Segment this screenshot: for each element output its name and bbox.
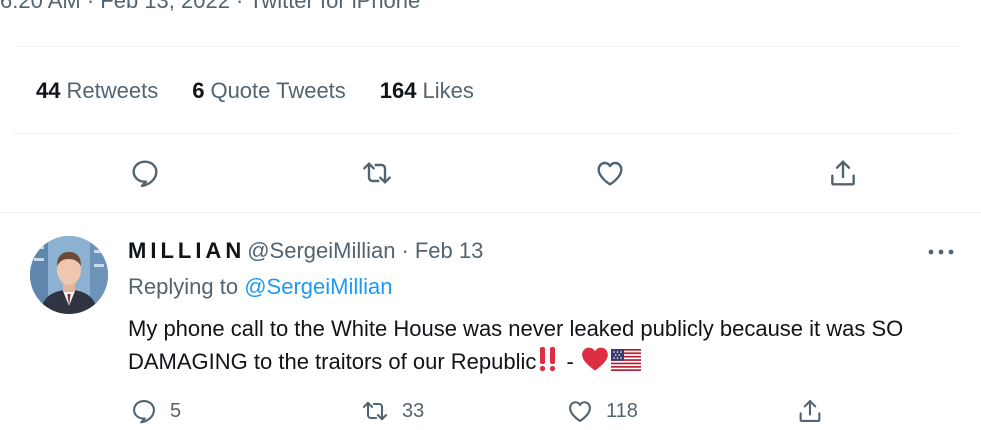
- tweet-text: My phone call to the White House was nev…: [128, 312, 968, 381]
- reply-count: 5: [170, 399, 182, 422]
- retweet-button[interactable]: 33: [360, 396, 424, 426]
- replying-to-line: Replying to @SergeiMillian: [128, 274, 392, 300]
- retweet-button[interactable]: [360, 156, 394, 190]
- retweets-stat[interactable]: 44 Retweets: [36, 78, 158, 104]
- quote-tweets-count: 6: [192, 78, 205, 103]
- tweet-timestamp[interactable]: 6:20 AM · Feb 13, 2022 · Twitter for iPh…: [0, 0, 420, 14]
- divider: [14, 46, 959, 47]
- share-button[interactable]: [796, 396, 836, 426]
- display-name[interactable]: MILLIAN: [128, 238, 245, 264]
- more-options-button[interactable]: [925, 238, 957, 266]
- reply-tweet-action-bar: 5 33 118: [0, 396, 981, 426]
- us-flag-icon: [610, 347, 641, 380]
- like-icon: [569, 401, 591, 422]
- retweet-icon: [363, 162, 391, 184]
- separator-dot: ·: [401, 238, 409, 263]
- retweets-count: 44: [36, 78, 61, 103]
- reply-button[interactable]: [128, 156, 162, 190]
- user-handle[interactable]: @SergeiMillian: [247, 238, 395, 264]
- reply-tweet[interactable]: MILLIAN @SergeiMillian · Feb 13 Replying…: [0, 218, 981, 430]
- like-count: 118: [606, 399, 638, 422]
- retweet-count: 33: [402, 399, 425, 422]
- likes-count: 164: [379, 78, 417, 103]
- tweet-date[interactable]: Feb 13: [415, 238, 484, 264]
- avatar-photo: [30, 236, 108, 314]
- retweets-label: Retweets: [66, 78, 159, 103]
- reply-tweet-header: MILLIAN @SergeiMillian · Feb 13: [128, 238, 483, 268]
- likes-stat[interactable]: 164 Likes: [380, 78, 474, 104]
- like-button[interactable]: 118: [566, 396, 638, 426]
- reply-icon: [133, 400, 155, 424]
- share-icon: [799, 400, 821, 422]
- likes-label: Likes: [422, 78, 474, 103]
- share-button[interactable]: [826, 156, 860, 190]
- more-dots-icon: [928, 249, 954, 255]
- like-button[interactable]: [593, 156, 627, 190]
- red-heart-icon: [581, 346, 609, 381]
- tweet-action-bar: [0, 150, 981, 196]
- quote-tweets-stat[interactable]: 6 Quote Tweets: [192, 78, 346, 104]
- avatar[interactable]: [30, 236, 108, 314]
- like-icon: [597, 161, 623, 186]
- reply-button[interactable]: 5: [130, 396, 181, 426]
- share-icon: [831, 160, 855, 186]
- replying-to-handle-link[interactable]: @SergeiMillian: [244, 274, 392, 299]
- divider: [0, 212, 981, 213]
- replying-to-label: Replying to: [128, 274, 239, 299]
- tweet-text-dash: -: [560, 349, 580, 374]
- tweet-text-body: My phone call to the White House was nev…: [128, 316, 904, 374]
- reply-icon: [132, 160, 158, 188]
- quote-tweets-label: Quote Tweets: [210, 78, 346, 103]
- divider: [14, 133, 959, 134]
- tweet-stats: 44 Retweets 6 Quote Tweets 164 Likes: [36, 74, 508, 108]
- double-exclamation-icon: [537, 346, 559, 381]
- retweet-icon: [362, 401, 388, 421]
